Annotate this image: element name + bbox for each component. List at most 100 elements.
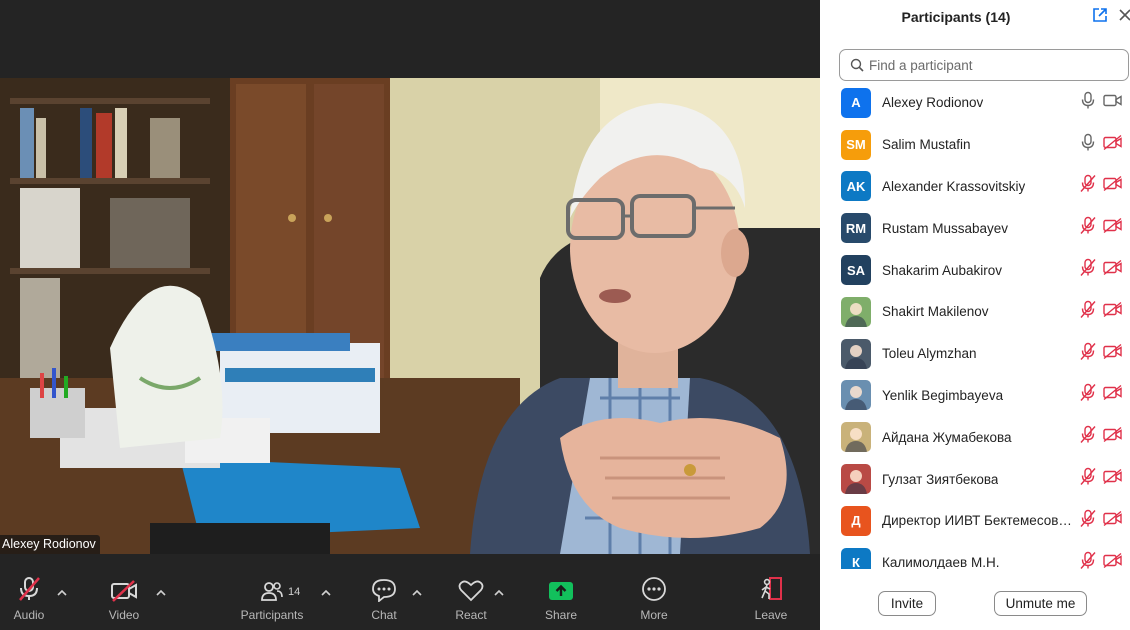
participants-button[interactable]: Participants <box>236 568 308 630</box>
mic-status-muted <box>1080 217 1096 240</box>
participant-search-input[interactable] <box>869 57 1109 73</box>
muted-microphone-icon <box>1080 217 1096 235</box>
participant-row[interactable]: Toleu Alymzhan <box>820 333 1130 375</box>
audio-label: Audio <box>13 608 45 622</box>
participant-row[interactable]: Shakirt Makilenov <box>820 291 1130 333</box>
participant-row[interactable]: Д Директор ИИВТ Бектемесов ... <box>820 500 1130 542</box>
participant-name: Калимолдаев М.Н. <box>882 555 1000 569</box>
react-label: React <box>455 608 487 622</box>
mic-status-muted <box>1080 467 1096 491</box>
participant-row[interactable]: Yenlik Begimbayeva <box>820 375 1130 417</box>
profile-photo <box>845 302 867 327</box>
video-off-icon <box>1103 218 1122 234</box>
mic-status-on <box>1080 133 1096 156</box>
video-options-caret[interactable] <box>154 586 168 598</box>
participants-panel: Participants (14) A Alexey Rodionov SM Sali… <box>820 0 1130 630</box>
profile-photo <box>845 386 867 411</box>
participant-name: Гулзат Зиятбекова <box>882 471 999 487</box>
video-status-off <box>1103 385 1123 406</box>
profile-photo <box>845 344 867 369</box>
audio-button[interactable]: Audio <box>8 568 50 630</box>
profile-photo <box>845 470 867 495</box>
more-button[interactable]: More <box>633 568 675 630</box>
muted-microphone-icon <box>1080 426 1096 444</box>
participant-avatar: SM <box>841 129 871 160</box>
muted-microphone-icon <box>1080 384 1096 402</box>
participants-panel-footer: Invite Unmute me <box>820 588 1130 620</box>
leave-button[interactable]: Leave <box>750 568 792 630</box>
participants-list: A Alexey Rodionov SM Salim Mustafin AK Alexan… <box>820 82 1130 569</box>
participants-options-caret[interactable] <box>319 586 333 598</box>
mic-status-muted <box>1080 300 1096 323</box>
participant-avatar: Д <box>841 505 871 536</box>
mic-status-muted <box>1080 426 1096 449</box>
react-button[interactable]: React <box>450 568 492 630</box>
popout-icon <box>1093 8 1107 22</box>
mic-status-muted <box>1080 384 1096 407</box>
participant-avatar: A <box>841 87 871 118</box>
participant-photo-avatar <box>841 380 871 411</box>
unmute-me-button[interactable]: Unmute me <box>994 591 1087 616</box>
participant-row[interactable]: Гулзат Зиятбекова <box>820 458 1130 500</box>
participant-photo-avatar <box>841 422 871 453</box>
share-button[interactable]: Share <box>540 568 582 630</box>
participant-search-box[interactable] <box>839 49 1129 81</box>
chevron-up-icon <box>494 589 504 596</box>
active-speaker-video[interactable] <box>0 78 820 554</box>
chat-button[interactable]: Chat <box>364 568 404 630</box>
more-options-icon <box>642 577 666 601</box>
participant-name: Alexey Rodionov <box>882 95 984 111</box>
participant-row[interactable]: SA Shakarim Aubakirov <box>820 249 1130 291</box>
mic-status-muted <box>1080 551 1096 569</box>
participant-row[interactable]: A Alexey Rodionov <box>820 82 1130 124</box>
profile-photo <box>845 428 867 453</box>
video-status-off <box>1103 510 1123 531</box>
leave-label: Leave <box>754 608 788 622</box>
close-panel-button[interactable] <box>1118 7 1130 28</box>
video-status-off <box>1103 469 1123 490</box>
heart-icon <box>458 580 484 602</box>
video-button[interactable]: Video <box>102 568 146 630</box>
share-screen-icon <box>549 582 573 600</box>
video-off-icon <box>1103 343 1122 359</box>
video-off-icon <box>1103 510 1122 526</box>
participant-row[interactable]: AK Alexander Krassovitskiy <box>820 166 1130 208</box>
close-icon <box>1119 9 1130 21</box>
participant-row[interactable]: RM Rustam Mussabayev <box>820 207 1130 249</box>
participant-name: Alexander Krassovitskiy <box>882 178 1026 194</box>
microphone-icon <box>1081 133 1095 151</box>
chat-options-caret[interactable] <box>410 586 424 598</box>
participant-photo-avatar <box>841 464 871 495</box>
participant-name: Shakirt Makilenov <box>882 304 989 320</box>
muted-microphone-icon <box>1080 258 1096 277</box>
participant-row[interactable]: Айдана Жумабекова <box>820 416 1130 458</box>
muted-microphone-icon <box>1080 175 1096 193</box>
search-icon <box>850 58 864 72</box>
video-off-icon <box>1103 176 1122 192</box>
participant-avatar: SA <box>841 255 871 286</box>
audio-options-caret[interactable] <box>55 586 69 598</box>
invite-button[interactable]: Invite <box>878 591 936 616</box>
participant-name: Yenlik Begimbayeva <box>882 387 1004 403</box>
popout-button[interactable] <box>1092 7 1108 28</box>
chat-bubble-icon <box>372 579 396 602</box>
participant-row[interactable]: SM Salim Mustafin <box>820 124 1130 166</box>
video-label: Video <box>108 608 140 622</box>
chevron-up-icon <box>412 589 422 596</box>
participant-name: Айдана Жумабекова <box>882 429 1012 445</box>
share-label: Share <box>544 608 578 622</box>
muted-microphone-icon <box>1080 509 1096 527</box>
muted-microphone-icon <box>1080 551 1096 569</box>
mic-status-muted <box>1080 258 1096 282</box>
participant-name: Salim Mustafin <box>882 137 971 153</box>
more-label: More <box>640 608 668 622</box>
leave-door-icon <box>761 577 782 600</box>
video-off-icon <box>1103 427 1122 443</box>
video-status-off <box>1103 343 1123 364</box>
chevron-up-icon <box>321 589 331 596</box>
react-options-caret[interactable] <box>492 586 506 598</box>
video-off-icon <box>1103 134 1122 150</box>
participant-row[interactable]: К Калимолдаев М.Н. <box>820 542 1130 569</box>
video-off-icon <box>1103 385 1122 401</box>
video-off-icon <box>1103 301 1122 317</box>
